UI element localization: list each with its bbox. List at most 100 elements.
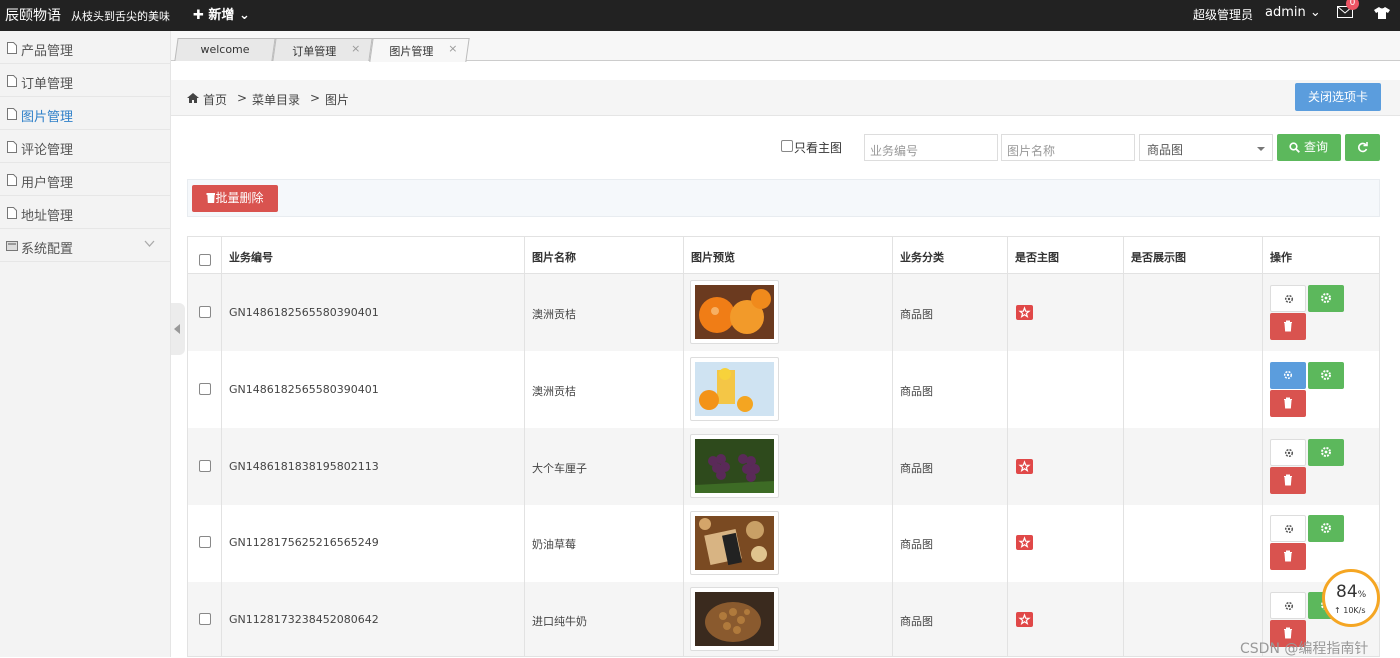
home-icon: [187, 93, 199, 103]
new-menu-button[interactable]: ✚ 新增 ⌄: [193, 4, 250, 23]
file-icon: [7, 75, 17, 87]
cog-icon: [1321, 523, 1331, 533]
file-icon: [7, 207, 17, 219]
mail-badge: 0: [1346, 0, 1359, 10]
main-image-star-icon: [1016, 612, 1033, 627]
settings-button[interactable]: [1270, 515, 1306, 542]
tab-welcome[interactable]: welcome: [174, 38, 276, 61]
category-cell: 商品图: [900, 615, 933, 628]
preview-thumbnail[interactable]: [690, 587, 779, 651]
category-cell: 商品图: [900, 385, 933, 398]
breadcrumb-separator: >: [310, 91, 321, 105]
edit-button[interactable]: [1308, 439, 1344, 466]
trash-icon: [206, 193, 216, 203]
file-icon: [7, 42, 17, 54]
brand-name: 辰颐物语: [5, 8, 61, 24]
main-only-checkbox[interactable]: [781, 140, 793, 152]
preview-thumbnail[interactable]: [690, 280, 779, 344]
sidebar-item-label: 图片管理: [21, 110, 74, 125]
delete-button[interactable]: [1270, 313, 1306, 340]
delete-button[interactable]: [1270, 543, 1306, 570]
biz-no-input[interactable]: 业务编号: [864, 134, 998, 161]
row-checkbox[interactable]: [199, 536, 211, 548]
config-icon: [6, 241, 18, 251]
row-checkbox[interactable]: [199, 460, 211, 472]
row-checkbox[interactable]: [199, 306, 211, 318]
close-icon[interactable]: ×: [351, 42, 360, 55]
network-speed-widget[interactable]: 84% ↑ 10K/s: [1322, 569, 1380, 627]
gear-icon: [1284, 601, 1294, 611]
edit-button[interactable]: [1308, 362, 1344, 389]
theme-shirt-icon[interactable]: [1374, 7, 1390, 19]
settings-button[interactable]: [1270, 285, 1306, 312]
sidebar-item-products[interactable]: 产品管理: [0, 31, 170, 64]
category-cell: 商品图: [900, 462, 933, 475]
top-navbar: 辰颐物语 从枝头到舌尖的美味 ✚ 新增 ⌄ 超级管理员 admin ⌄ 0: [0, 0, 1400, 31]
sidebar-item-label: 产品管理: [21, 44, 74, 59]
biz-no-cell: GN1128175625216565249: [229, 536, 379, 549]
settings-button[interactable]: [1270, 592, 1306, 619]
sidebar-item-users[interactable]: 用户管理: [0, 163, 170, 196]
select-all-checkbox[interactable]: [199, 254, 211, 266]
user-role: 超级管理员: [1193, 8, 1254, 22]
file-icon: [7, 141, 17, 153]
tab-orders[interactable]: 订单管理 ×: [272, 38, 373, 61]
preview-thumbnail[interactable]: [690, 357, 779, 421]
category-cell: 商品图: [900, 538, 933, 551]
batch-delete-label: 批量删除: [215, 191, 264, 205]
batch-delete-button[interactable]: 批量删除: [192, 185, 278, 212]
trash-icon: [1284, 320, 1292, 332]
gear-icon: [1284, 448, 1294, 458]
sidebar-collapse-handle[interactable]: [171, 303, 185, 355]
row-checkbox[interactable]: [199, 613, 211, 625]
breadcrumb-current: 图片: [325, 93, 350, 107]
category-cell: 商品图: [900, 308, 933, 321]
image-name-input[interactable]: 图片名称: [1001, 134, 1135, 161]
image-name-cell: 澳洲贡桔: [532, 385, 576, 398]
refresh-button[interactable]: [1345, 134, 1380, 161]
sidebar-item-label: 订单管理: [21, 77, 74, 92]
breadcrumb-menu[interactable]: 菜单目录: [252, 91, 300, 108]
biz-no-cell: GN1486181838195802113: [229, 460, 379, 473]
sidebar-item-system-config[interactable]: 系统配置: [0, 229, 170, 262]
tab-images[interactable]: 图片管理 ×: [369, 38, 470, 62]
user-menu[interactable]: admin ⌄: [1265, 5, 1321, 20]
images-table: 业务编号 图片名称 图片预览 业务分类 是否主图 是否展示图 操作 GN1486…: [187, 236, 1380, 657]
preview-thumbnail[interactable]: [690, 434, 779, 498]
settings-button[interactable]: [1270, 439, 1306, 466]
caret-down-icon: [1257, 147, 1265, 151]
sidebar: 产品管理 订单管理 图片管理 评论管理 用户管理 地址管理 系统配置: [0, 31, 171, 657]
settings-button[interactable]: [1270, 362, 1306, 389]
search-icon: [1289, 142, 1300, 153]
delete-button[interactable]: [1270, 390, 1306, 417]
oranges-image: [695, 285, 774, 339]
query-button[interactable]: 查询: [1277, 134, 1341, 161]
tab-bar: welcome 订单管理 × 图片管理 ×: [171, 31, 1400, 62]
sidebar-item-label: 系统配置: [21, 242, 74, 257]
breadcrumb-home[interactable]: 首页: [203, 91, 227, 108]
close-tabs-button[interactable]: 关闭选项卡: [1295, 83, 1381, 111]
brand-slogan: 从枝头到舌尖的美味: [71, 10, 170, 23]
sidebar-item-comments[interactable]: 评论管理: [0, 130, 170, 163]
query-label: 查询: [1304, 140, 1329, 154]
sidebar-item-images[interactable]: 图片管理: [0, 97, 170, 130]
preview-thumbnail[interactable]: [690, 511, 779, 575]
breadcrumb: 首页 > 菜单目录 > 图片: [171, 80, 1400, 116]
edit-button[interactable]: [1308, 515, 1344, 542]
edit-button[interactable]: [1308, 285, 1344, 312]
close-icon[interactable]: ×: [448, 42, 457, 55]
image-name-cell: 大个车厘子: [532, 462, 587, 475]
sidebar-item-orders[interactable]: 订单管理: [0, 64, 170, 97]
category-select-value: 商品图: [1147, 143, 1184, 157]
speed-rate: ↑ 10K/s: [1334, 606, 1366, 615]
sidebar-item-label: 用户管理: [21, 176, 74, 191]
row-checkbox[interactable]: [199, 383, 211, 395]
gear-icon: [1284, 524, 1294, 534]
sidebar-item-addresses[interactable]: 地址管理: [0, 196, 170, 229]
table-toolbar: [187, 179, 1380, 217]
delete-button[interactable]: [1270, 467, 1306, 494]
table-header: 业务编号 图片名称 图片预览 业务分类 是否主图 是否展示图 操作: [188, 237, 1379, 274]
chevron-down-icon: [144, 240, 155, 247]
sidebar-item-label: 地址管理: [21, 209, 74, 224]
category-select[interactable]: 商品图: [1139, 134, 1273, 161]
